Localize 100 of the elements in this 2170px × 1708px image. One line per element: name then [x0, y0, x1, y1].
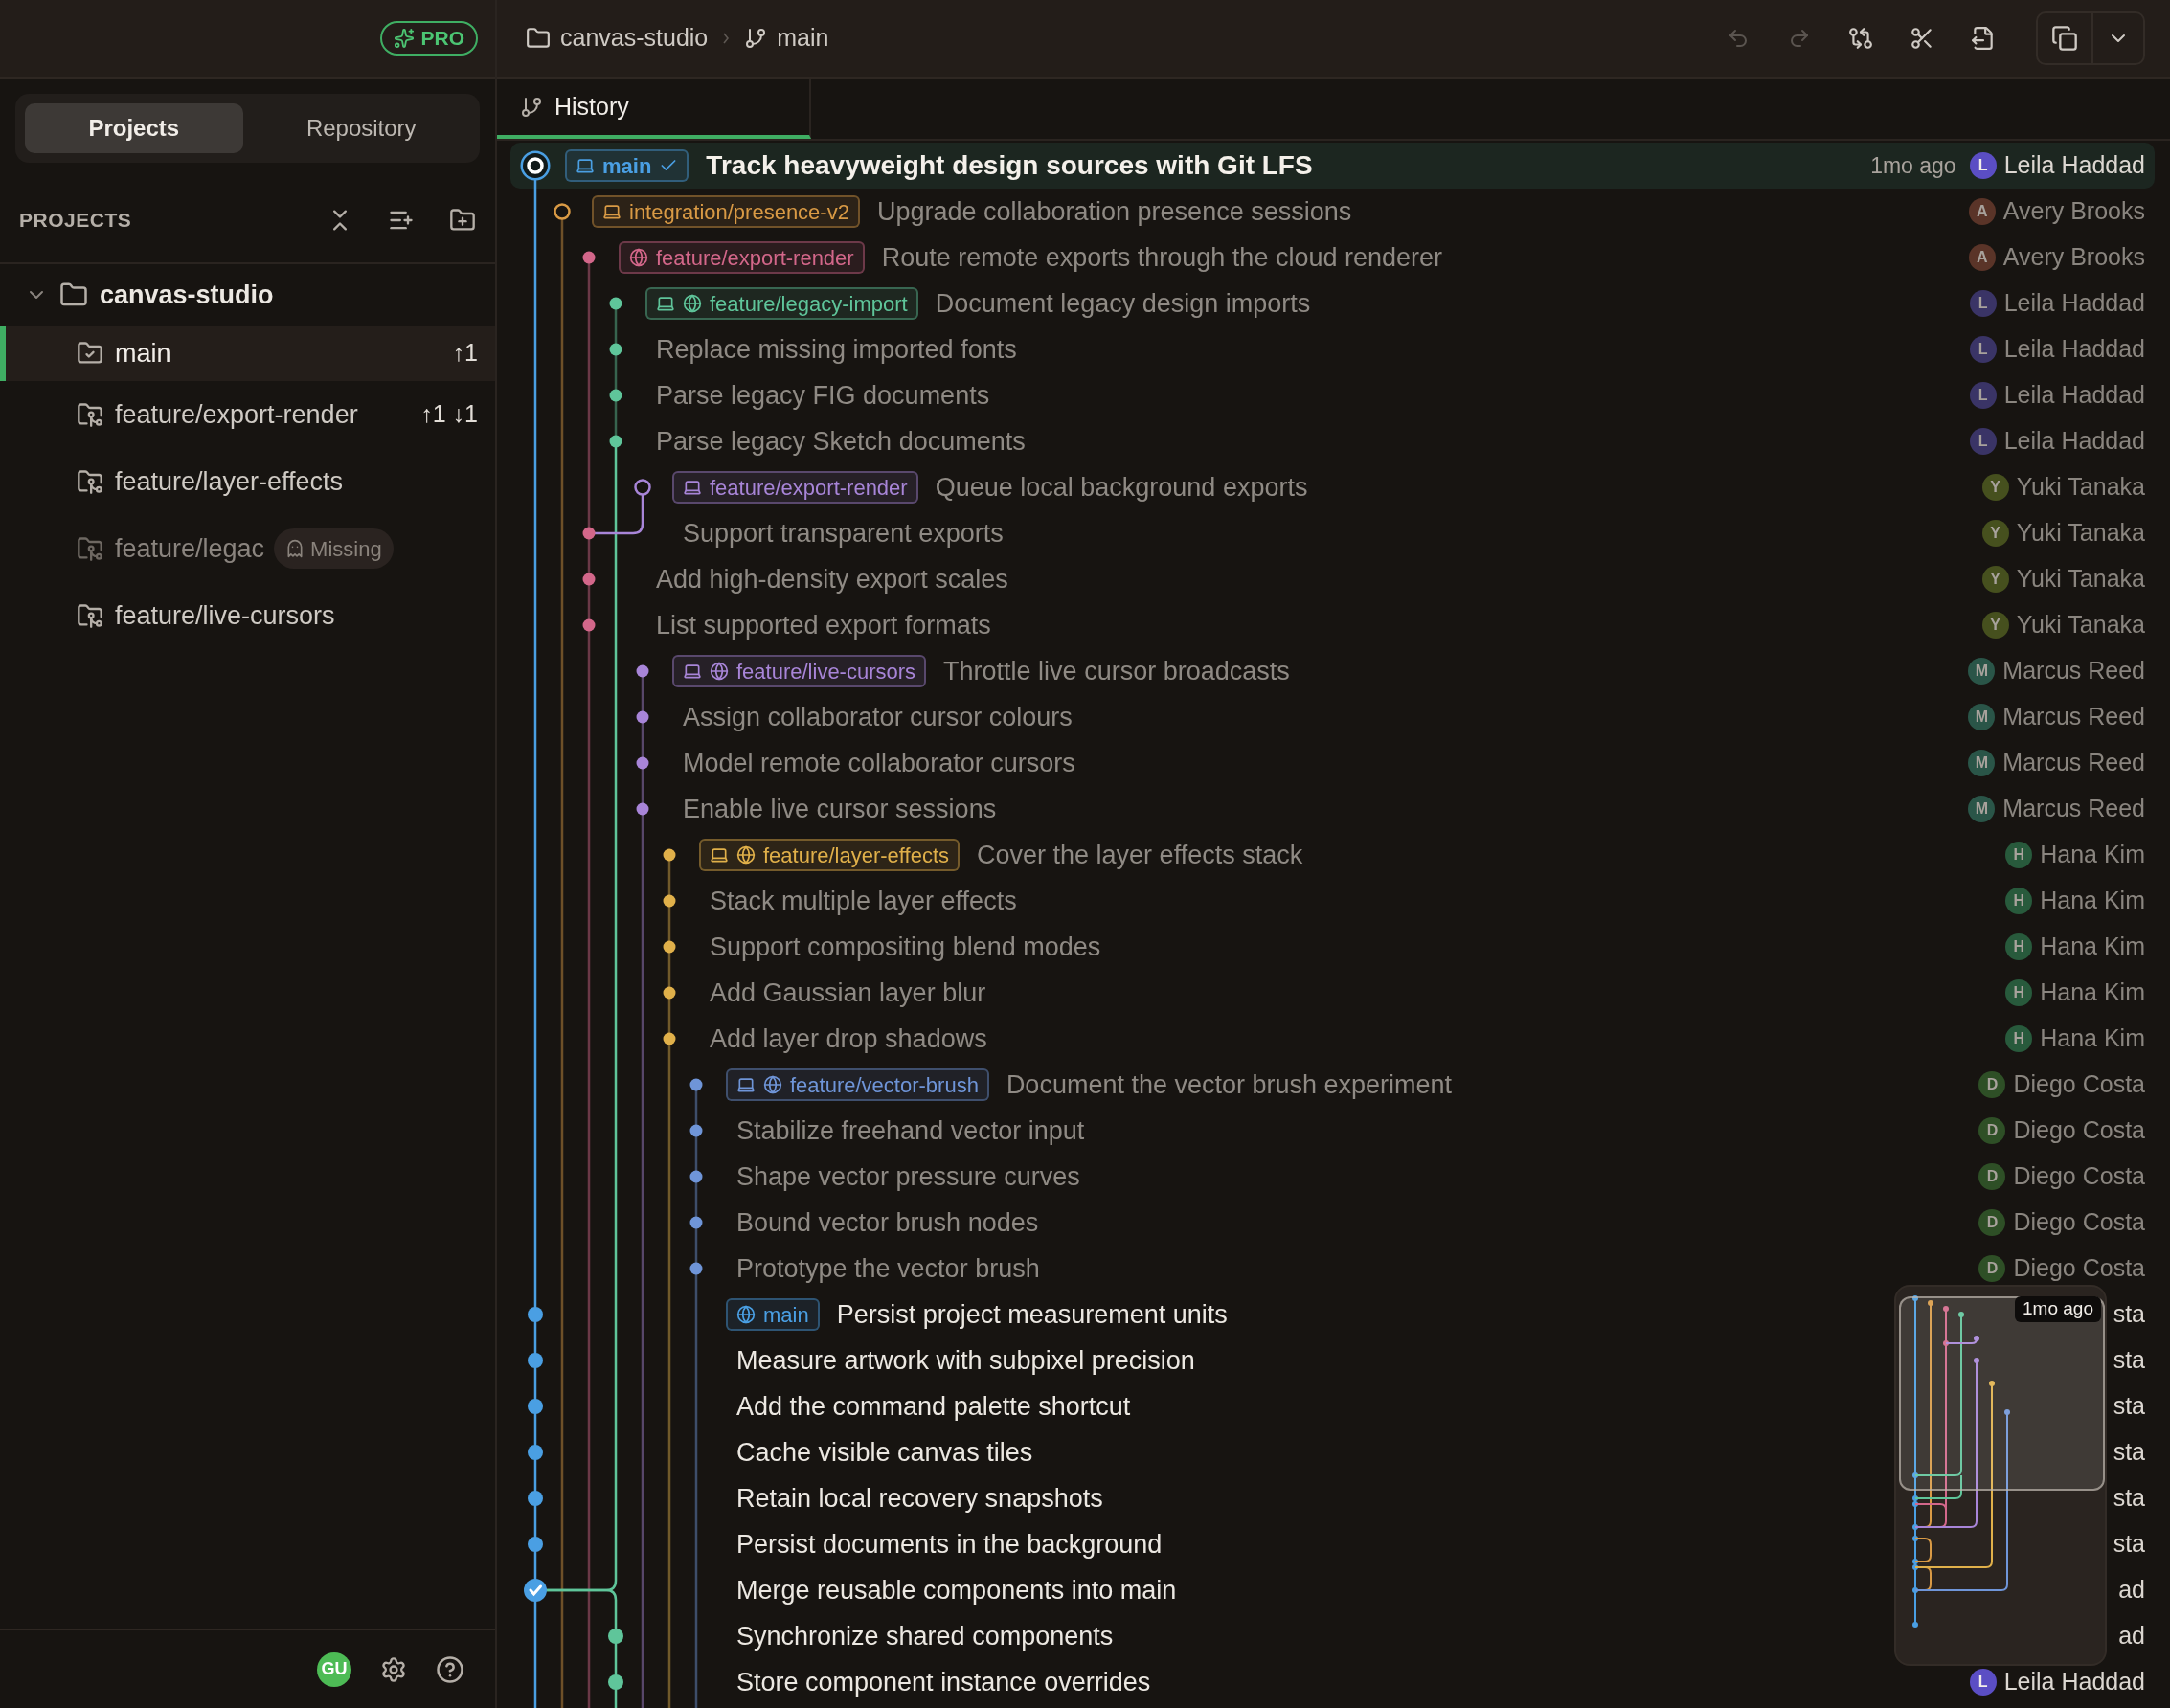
branch-label[interactable]: feature/layer-effects — [699, 839, 961, 871]
commit-message[interactable]: Retain local recovery snapshots — [736, 1478, 1103, 1518]
help-icon[interactable] — [436, 1654, 464, 1684]
worktree-item[interactable]: main ↑1 — [0, 326, 495, 381]
commit-message[interactable]: Upgrade collaboration presence sessions — [876, 191, 1352, 232]
worktree-name: feature/legac — [115, 532, 265, 565]
branch-label[interactable]: feature/legacy-import — [645, 287, 918, 320]
pro-badge[interactable]: PRO — [380, 21, 478, 56]
commit-message[interactable]: Queue local background exports — [935, 467, 1308, 507]
minimap[interactable]: 1mo ago — [1894, 1285, 2107, 1666]
branch-icon — [520, 95, 543, 119]
author-name: Leila Haddad — [2003, 288, 2145, 319]
breadcrumb-item[interactable]: main — [744, 20, 829, 56]
branch-label[interactable]: feature/vector-brush — [726, 1068, 989, 1101]
author-avatar: L — [1969, 428, 1997, 455]
branch-label[interactable]: main — [565, 149, 689, 182]
commit-message[interactable]: Synchronize shared components — [736, 1616, 1114, 1656]
commit-message[interactable]: Document the vector brush experiment — [1006, 1065, 1453, 1105]
commit-message[interactable]: Track heavyweight design sources with Git LFS — [706, 146, 1313, 186]
author-avatar: L — [1969, 290, 1997, 317]
commit-message[interactable]: List supported export formats — [656, 605, 991, 645]
worktree-item[interactable]: feature/live-cursors — [0, 582, 495, 649]
laptop-icon — [710, 845, 729, 865]
author-avatar: L — [1969, 1669, 1997, 1696]
commit-message[interactable]: Shape vector pressure curves — [736, 1157, 1080, 1197]
ahead-behind-count: ↑1 ↓1 — [420, 399, 478, 430]
author-name: Diego Costa — [2013, 1207, 2145, 1238]
commit-message[interactable]: Throttle live cursor broadcasts — [943, 651, 1290, 691]
commit-message[interactable]: Support transparent exports — [683, 513, 1004, 553]
author-name: Yuki Tanaka — [2016, 472, 2145, 503]
branch-icon — [744, 27, 768, 50]
commit-message[interactable]: Support compositing blend modes — [710, 927, 1101, 967]
author-name: sta — [2113, 1391, 2145, 1422]
minimap-viewport[interactable] — [1899, 1296, 2105, 1491]
author-name: Marcus Reed — [2002, 702, 2145, 732]
commit-message[interactable]: Prototype the vector brush — [736, 1248, 1040, 1289]
author-name: Leila Haddad — [2003, 426, 2145, 457]
branch-label[interactable]: feature/live-cursors — [672, 655, 927, 687]
worktree-name: feature/layer-effects — [115, 465, 344, 498]
commit-message[interactable]: Model remote collaborator cursors — [683, 743, 1075, 783]
author-name: Marcus Reed — [2002, 794, 2145, 824]
branch-label[interactable]: main — [726, 1298, 820, 1331]
author-avatar: H — [2005, 933, 2033, 960]
commit-message[interactable]: Document legacy design imports — [935, 283, 1311, 324]
commit-message[interactable]: Add layer drop shadows — [710, 1019, 987, 1059]
sidebar-tab[interactable]: Repository — [252, 103, 470, 153]
scissors-icon — [1910, 26, 1934, 51]
commit-message[interactable]: Enable live cursor sessions — [683, 789, 997, 829]
breadcrumb-item[interactable]: canvas-studio — [526, 20, 709, 56]
settings-icon[interactable] — [380, 1655, 407, 1683]
branch-label[interactable]: integration/presence-v2 — [592, 195, 860, 228]
commit-message[interactable]: Store component instance overrides — [736, 1662, 1151, 1702]
author-avatar: M — [1968, 796, 1996, 822]
commit-message[interactable]: Assign collaborator cursor colours — [683, 697, 1073, 737]
selected-commit-row[interactable]: main Track heavyweight design sources with Git LFS 1mo ago L Leila Haddad — [510, 143, 2155, 189]
folder-check-icon — [77, 340, 103, 367]
author-avatar: D — [1978, 1163, 2006, 1190]
file-export-icon — [1971, 26, 1996, 51]
commit-message[interactable]: Measure artwork with subpixel precision — [736, 1340, 1195, 1381]
project-name[interactable]: canvas-studio — [100, 275, 274, 315]
folder-branch-icon — [77, 535, 103, 562]
commit-message[interactable]: Parse legacy Sketch documents — [656, 421, 1026, 461]
commit-message[interactable]: Add Gaussian layer blur — [710, 973, 986, 1013]
worktree-name: feature/export-render — [115, 398, 358, 431]
author-avatar: Y — [1981, 612, 2009, 639]
author-name: Diego Costa — [2013, 1069, 2145, 1100]
commit-message[interactable]: Stabilize freehand vector input — [736, 1111, 1085, 1151]
commit-message[interactable]: Add high-density export scales — [656, 559, 1008, 599]
worktree-item[interactable]: feature/legac Missing — [0, 515, 495, 582]
commit-message[interactable]: Parse legacy FIG documents — [656, 375, 990, 416]
author-avatar: M — [1968, 750, 1996, 776]
author-avatar: A — [1968, 244, 1996, 271]
commit-message[interactable]: Replace missing imported fonts — [656, 329, 1017, 370]
commit-message[interactable]: Bound vector brush nodes — [736, 1202, 1039, 1243]
author-avatar: L — [1969, 336, 1997, 363]
ahead-behind-count: ↑1 — [452, 338, 478, 369]
commit-message[interactable]: Cache visible canvas tiles — [736, 1432, 1033, 1472]
author-name: ad — [2118, 1621, 2145, 1652]
worktree-item[interactable]: feature/export-render ↑1 ↓1 — [0, 381, 495, 448]
commit-message[interactable]: Route remote exports through the cloud renderer — [881, 237, 1442, 278]
worktree-name: main — [115, 337, 171, 370]
branch-label[interactable]: feature/export-render — [672, 471, 918, 504]
author-name: sta — [2113, 1437, 2145, 1468]
worktree-item[interactable]: feature/layer-effects — [0, 448, 495, 515]
author-name: Diego Costa — [2013, 1161, 2145, 1192]
branch-label[interactable]: feature/export-render — [619, 241, 865, 274]
commit-message[interactable]: Persist documents in the background — [736, 1524, 1163, 1564]
folder-plus-icon[interactable] — [449, 207, 476, 234]
commit-message[interactable]: Add the command palette shortcut — [736, 1386, 1131, 1427]
history-tab[interactable]: History — [497, 79, 811, 139]
commit-message[interactable]: Stack multiple layer effects — [710, 881, 1017, 921]
laptop-icon — [576, 156, 595, 175]
commit-message[interactable]: Cover the layer effects stack — [977, 835, 1303, 875]
folder-branch-icon — [77, 401, 103, 428]
breadcrumb-separator-icon — [723, 33, 730, 44]
commit-message[interactable]: Merge reusable components into main — [736, 1570, 1177, 1610]
sidebar-tab[interactable]: Projects — [25, 103, 243, 153]
undo-icon — [1727, 27, 1750, 50]
laptop-icon — [736, 1075, 756, 1094]
commit-message[interactable]: Persist project measurement units — [836, 1294, 1228, 1335]
